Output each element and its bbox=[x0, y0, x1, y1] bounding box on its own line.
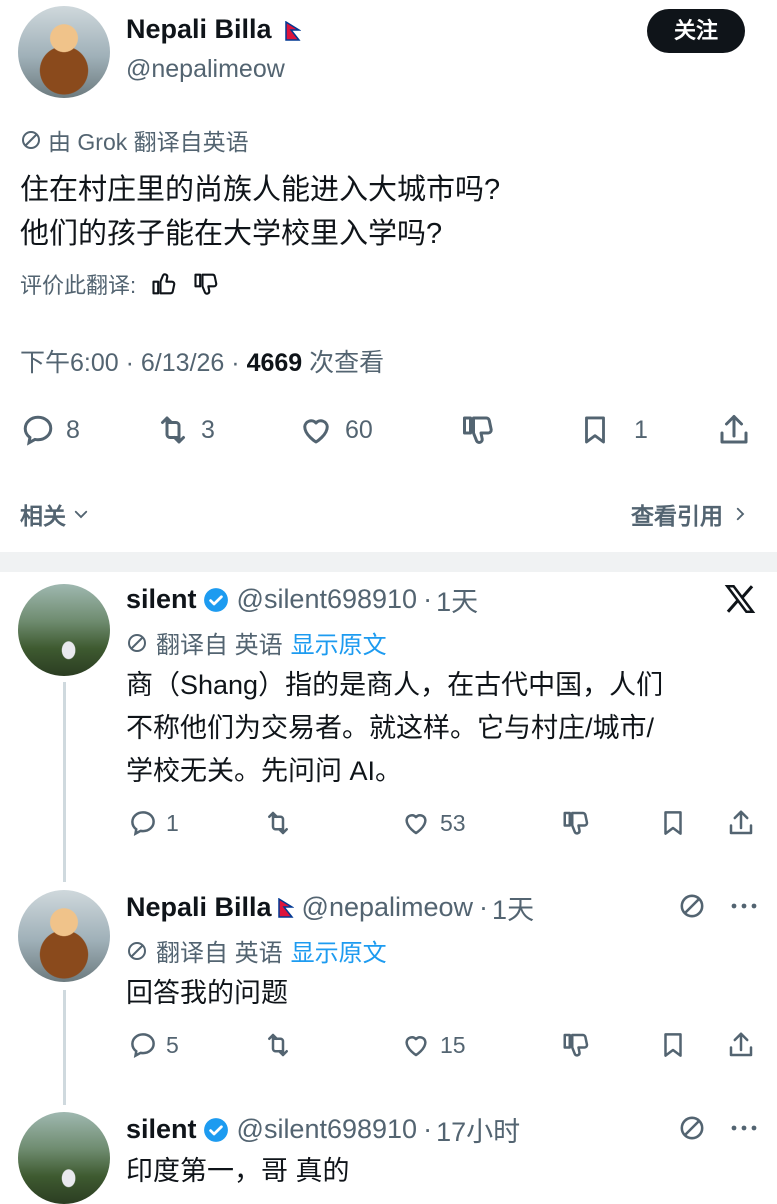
reply-action[interactable]: 5 bbox=[128, 1030, 179, 1060]
reply-icon bbox=[23, 415, 53, 446]
reply-icon bbox=[131, 811, 155, 836]
thumbs-down-icon[interactable] bbox=[192, 270, 220, 298]
tweet-text: 住在村庄里的尚族人能进入大城市吗? 他们的孩子能在大学校里入学吗? bbox=[20, 174, 501, 250]
bookmark-icon bbox=[585, 416, 605, 444]
reply-text: 商（Shang）指的是商人，在古代中国，人们 不称他们为交易者。就这样。它与村庄… bbox=[126, 670, 664, 786]
downvote-action[interactable] bbox=[560, 808, 592, 838]
follow-button[interactable]: 关注 bbox=[647, 9, 745, 53]
translate-icon[interactable] bbox=[678, 1114, 706, 1142]
author-handle[interactable]: @nepalimeow bbox=[126, 55, 285, 84]
bookmark-action[interactable] bbox=[658, 808, 688, 838]
reply-action[interactable]: 1 bbox=[128, 808, 179, 838]
reply-author-handle[interactable]: @nepalimeow bbox=[302, 892, 474, 923]
downvote-action[interactable] bbox=[459, 412, 497, 448]
reply-header: Nepali Billa @nepalimeow · 1天 bbox=[126, 888, 534, 927]
retweet-icon bbox=[268, 811, 288, 835]
view-count: 4669 bbox=[246, 349, 303, 377]
reply-author-name[interactable]: silent bbox=[126, 584, 197, 615]
share-icon bbox=[720, 415, 748, 444]
reply-time[interactable]: 1天 bbox=[436, 580, 478, 619]
reply-author-name[interactable]: Nepali Billa bbox=[126, 892, 272, 923]
thumbs-down-icon bbox=[563, 1033, 589, 1057]
like-action[interactable]: 15 bbox=[400, 1030, 466, 1060]
rate-translation: 评价此翻译: bbox=[20, 268, 220, 300]
reply-time[interactable]: 1天 bbox=[492, 888, 534, 927]
translate-icon bbox=[128, 633, 146, 652]
retweet-action[interactable] bbox=[262, 808, 294, 838]
heart-icon bbox=[405, 814, 427, 835]
thread-line bbox=[63, 990, 66, 1105]
chevron-right-icon bbox=[736, 507, 745, 521]
reply-header: silent @silent698910 · 17小时 bbox=[126, 1110, 520, 1149]
bookmark-action[interactable] bbox=[658, 1030, 688, 1060]
thumbs-down-icon bbox=[463, 416, 493, 444]
reply-text: 印度第一，哥 真的 bbox=[126, 1156, 350, 1186]
heart-icon bbox=[303, 419, 329, 444]
reply-avatar[interactable] bbox=[18, 584, 110, 676]
bookmark-icon bbox=[664, 811, 682, 835]
thumbs-down-icon bbox=[563, 811, 589, 835]
retweet-icon bbox=[161, 416, 185, 444]
reply-text: 回答我的问题 bbox=[126, 978, 288, 1008]
translation-note: 由 Grok 翻译自英语 bbox=[20, 123, 249, 157]
retweet-action[interactable] bbox=[262, 1030, 294, 1060]
show-original-link[interactable]: 显示原文 bbox=[291, 933, 387, 968]
tweet-meta: 下午6:00 · 6/13/26 · 4669 次查看 bbox=[20, 349, 385, 377]
reply-avatar[interactable] bbox=[18, 890, 110, 982]
nepal-flag-icon bbox=[285, 20, 302, 41]
more-options-icon[interactable] bbox=[728, 1120, 760, 1136]
chevron-down-icon bbox=[74, 510, 88, 519]
reply-time[interactable]: 17小时 bbox=[436, 1110, 520, 1149]
author-name[interactable]: Nepali Billa bbox=[126, 14, 302, 45]
verified-badge-icon bbox=[203, 587, 228, 612]
verified-badge-icon bbox=[203, 1117, 228, 1142]
section-divider bbox=[0, 552, 777, 572]
reply-action[interactable]: 8 bbox=[20, 412, 80, 448]
reply-header: silent @silent698910 · 1天 bbox=[126, 580, 478, 619]
bookmark-action[interactable]: 1 bbox=[578, 412, 648, 448]
show-original-link[interactable]: 显示原文 bbox=[291, 625, 387, 660]
reply-translation-note: 翻译自 英语 显示原文 bbox=[126, 933, 387, 968]
share-action[interactable] bbox=[716, 412, 752, 448]
reply-author-handle[interactable]: @silent698910 bbox=[237, 584, 418, 615]
retweet-action[interactable]: 3 bbox=[155, 412, 215, 448]
tweet-date[interactable]: 6/13/26 bbox=[141, 349, 224, 377]
translate-icon bbox=[22, 131, 40, 149]
heart-icon bbox=[405, 1036, 427, 1057]
view-quotes-link[interactable]: 查看引用 bbox=[631, 497, 749, 531]
share-icon bbox=[729, 810, 753, 835]
reply-translation-note: 翻译自 英语 显示原文 bbox=[126, 625, 387, 660]
tweet-time[interactable]: 下午6:00 bbox=[20, 349, 119, 377]
reply-avatar[interactable] bbox=[18, 1112, 110, 1204]
reply-icon bbox=[131, 1033, 155, 1058]
share-icon bbox=[729, 1032, 753, 1057]
share-action[interactable] bbox=[726, 808, 756, 838]
translate-icon bbox=[128, 941, 146, 960]
thumbs-up-icon[interactable] bbox=[150, 270, 178, 298]
thread-line bbox=[63, 682, 66, 882]
views-label: 次查看 bbox=[309, 349, 385, 377]
like-action[interactable]: 53 bbox=[400, 808, 466, 838]
reply-author-handle[interactable]: @silent698910 bbox=[237, 1114, 418, 1145]
translate-icon[interactable] bbox=[678, 892, 706, 920]
bookmark-icon bbox=[664, 1033, 682, 1057]
retweet-icon bbox=[268, 1033, 288, 1057]
more-options-icon[interactable] bbox=[728, 898, 760, 914]
like-action[interactable]: 60 bbox=[297, 412, 373, 448]
reply-author-name[interactable]: silent bbox=[126, 1114, 197, 1145]
downvote-action[interactable] bbox=[560, 1030, 592, 1060]
nepal-flag-icon bbox=[277, 897, 294, 918]
author-avatar[interactable] bbox=[18, 6, 110, 98]
related-dropdown[interactable]: 相关 bbox=[20, 497, 90, 531]
x-logo-icon bbox=[724, 584, 756, 614]
share-action[interactable] bbox=[726, 1030, 756, 1060]
